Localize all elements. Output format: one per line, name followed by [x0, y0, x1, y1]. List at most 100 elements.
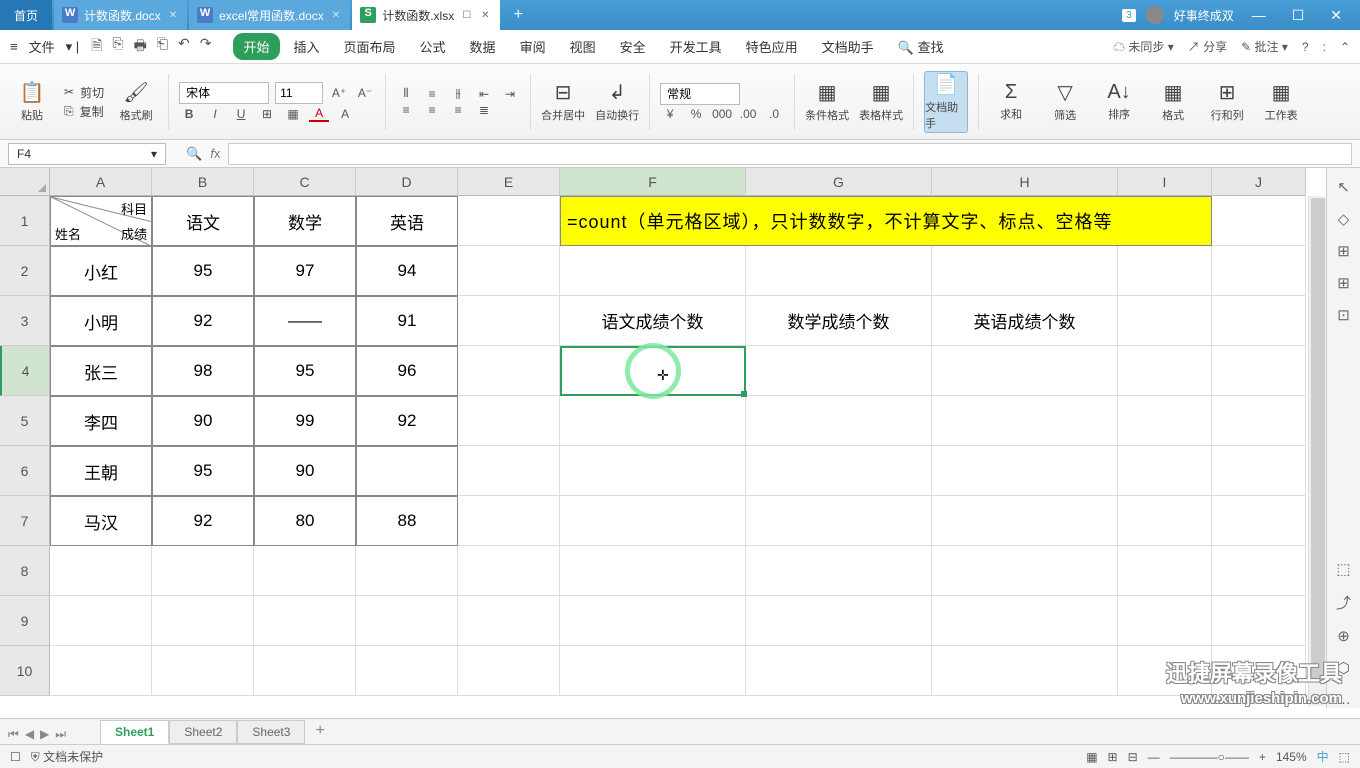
menu-tab-security[interactable]: 安全: [610, 33, 656, 60]
size-select[interactable]: [275, 82, 323, 104]
cell[interactable]: 99: [254, 396, 356, 446]
cell[interactable]: [560, 546, 746, 596]
cell[interactable]: 90: [254, 446, 356, 496]
cell[interactable]: 80: [254, 496, 356, 546]
menu-tab-special[interactable]: 特色应用: [736, 33, 808, 60]
cell[interactable]: 张三: [50, 346, 152, 396]
font-color[interactable]: A: [309, 106, 329, 122]
cell[interactable]: [254, 546, 356, 596]
cell[interactable]: [152, 546, 254, 596]
filter-button[interactable]: ▽筛选: [1043, 71, 1087, 133]
cell[interactable]: [458, 396, 560, 446]
name-box[interactable]: F4▾: [8, 143, 166, 165]
share-button[interactable]: ↗ 分享: [1188, 38, 1227, 55]
cell[interactable]: [254, 646, 356, 696]
close-icon[interactable]: ✕: [330, 10, 342, 21]
doc-tab-active[interactable]: S计数函数.xlsx☐✕: [352, 0, 499, 30]
menu-tab-dev[interactable]: 开发工具: [660, 33, 732, 60]
cell[interactable]: 科目成绩姓名: [50, 196, 152, 246]
cell[interactable]: 91: [356, 296, 458, 346]
row-header[interactable]: 6: [0, 446, 50, 496]
cell[interactable]: [1118, 296, 1212, 346]
cell[interactable]: 98: [152, 346, 254, 396]
row-header[interactable]: 4: [0, 346, 50, 396]
menu-search[interactable]: 🔍 查找: [888, 33, 954, 60]
menu-tab-layout[interactable]: 页面布局: [334, 33, 406, 60]
qat-undo[interactable]: ↶: [178, 35, 190, 59]
cell[interactable]: [932, 396, 1118, 446]
highlight[interactable]: A: [335, 107, 355, 121]
cell[interactable]: 95: [152, 446, 254, 496]
lang-indicator[interactable]: 中: [1317, 748, 1329, 765]
menu-tab-insert[interactable]: 插入: [284, 33, 330, 60]
doc-tab-1[interactable]: Wexcel常用函数.docx✕: [189, 0, 350, 30]
cell[interactable]: [560, 496, 746, 546]
cell[interactable]: [1212, 446, 1306, 496]
qat-preview[interactable]: ⎗: [157, 35, 168, 59]
col-header[interactable]: F: [560, 168, 746, 196]
avatar[interactable]: [1146, 6, 1164, 24]
sheet-next[interactable]: ▶: [40, 727, 49, 742]
align-top[interactable]: ⫴: [396, 86, 416, 101]
cell[interactable]: =count（单元格区域），只计数数字，不计算文字、标点、空格等: [560, 196, 1212, 246]
sheet-first[interactable]: ⏮: [8, 727, 19, 742]
side-icon[interactable]: ⊕: [1337, 627, 1350, 645]
cell[interactable]: 90: [152, 396, 254, 446]
menu-tab-review[interactable]: 审阅: [510, 33, 556, 60]
increase-font[interactable]: A⁺: [329, 86, 349, 100]
col-header[interactable]: I: [1118, 168, 1212, 196]
close-icon[interactable]: ✕: [167, 10, 179, 21]
border-button[interactable]: ⊞: [257, 107, 277, 121]
align-center[interactable]: ≡: [422, 103, 442, 117]
new-tab-button[interactable]: +: [500, 6, 537, 24]
minimize-button[interactable]: —: [1244, 7, 1274, 23]
qat-open[interactable]: ⎘: [112, 35, 123, 59]
cell[interactable]: 王朝: [50, 446, 152, 496]
cell[interactable]: [746, 496, 932, 546]
cell[interactable]: [746, 446, 932, 496]
menu-tab-view[interactable]: 视图: [560, 33, 606, 60]
cell[interactable]: 88: [356, 496, 458, 546]
cell[interactable]: 李四: [50, 396, 152, 446]
cell[interactable]: [1212, 196, 1306, 246]
cell[interactable]: [50, 546, 152, 596]
merge-button[interactable]: ⊟合并居中: [541, 71, 585, 133]
cell[interactable]: [50, 596, 152, 646]
cell[interactable]: [1118, 346, 1212, 396]
cell[interactable]: [932, 346, 1118, 396]
col-header[interactable]: C: [254, 168, 356, 196]
cell[interactable]: 数学: [254, 196, 356, 246]
cell[interactable]: [746, 346, 932, 396]
cell[interactable]: [458, 446, 560, 496]
cell[interactable]: [1212, 396, 1306, 446]
cell[interactable]: 95: [254, 346, 356, 396]
cell[interactable]: [560, 246, 746, 296]
protect-status[interactable]: ⛨ 文档未保护: [31, 748, 103, 765]
col-header[interactable]: A: [50, 168, 152, 196]
cell[interactable]: [560, 396, 746, 446]
cell[interactable]: [356, 646, 458, 696]
cell[interactable]: [1118, 446, 1212, 496]
home-tab[interactable]: 首页: [0, 0, 52, 30]
sheet-last[interactable]: ⏭: [55, 727, 66, 742]
menu-tab-data[interactable]: 数据: [460, 33, 506, 60]
side-icon[interactable]: ⬚: [1336, 560, 1350, 578]
cell[interactable]: [50, 646, 152, 696]
cell[interactable]: [1212, 596, 1306, 646]
cell[interactable]: 97: [254, 246, 356, 296]
cell[interactable]: [932, 546, 1118, 596]
cell[interactable]: 92: [356, 396, 458, 446]
cell[interactable]: [1118, 246, 1212, 296]
close-icon[interactable]: ✕: [479, 10, 491, 21]
cell[interactable]: 小明: [50, 296, 152, 346]
font-select[interactable]: [179, 82, 269, 104]
cell[interactable]: [152, 596, 254, 646]
col-header[interactable]: D: [356, 168, 458, 196]
col-header[interactable]: E: [458, 168, 560, 196]
italic-button[interactable]: I: [205, 107, 225, 121]
sum-button[interactable]: Σ求和: [989, 71, 1033, 133]
cell[interactable]: [746, 246, 932, 296]
cell[interactable]: [932, 246, 1118, 296]
cell[interactable]: [1212, 346, 1306, 396]
cell[interactable]: [560, 646, 746, 696]
